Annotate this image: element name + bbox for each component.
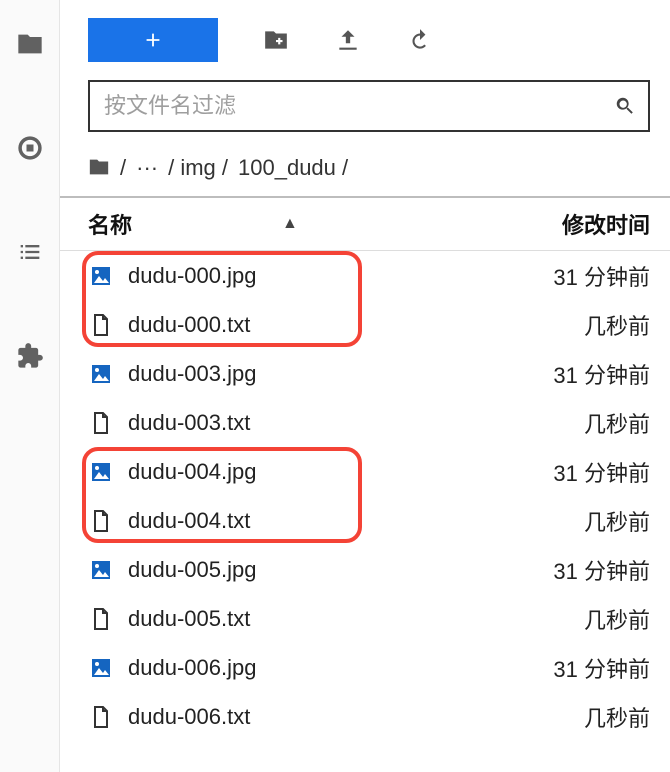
upload-icon	[335, 27, 361, 53]
file-name: dudu-000.jpg	[128, 263, 510, 289]
folder-plus-icon	[263, 27, 289, 53]
text-file-icon	[88, 410, 114, 436]
file-name: dudu-003.txt	[128, 410, 510, 436]
file-name: dudu-003.jpg	[128, 361, 510, 387]
file-modified: 几秒前	[510, 603, 650, 635]
file-modified: 31 分钟前	[510, 456, 650, 488]
file-row[interactable]: dudu-004.txt几秒前	[60, 496, 670, 545]
image-file-icon	[88, 557, 114, 583]
add-button[interactable]	[88, 18, 218, 62]
sidebar-item-files[interactable]	[14, 28, 46, 60]
file-modified: 几秒前	[510, 505, 650, 537]
image-file-icon	[88, 263, 114, 289]
new-folder-button[interactable]	[262, 26, 290, 54]
text-file-icon	[88, 704, 114, 730]
list-icon	[16, 238, 44, 266]
main-panel: / ··· / img / 100_dudu / 名称 ▲ 修改时间 dudu-…	[60, 0, 670, 772]
file-name: dudu-000.txt	[128, 312, 510, 338]
file-list: 名称 ▲ 修改时间 dudu-000.jpg31 分钟前dudu-000.txt…	[60, 196, 670, 741]
search-box[interactable]	[88, 80, 650, 132]
file-rows: dudu-000.jpg31 分钟前dudu-000.txt几秒前dudu-00…	[60, 251, 670, 741]
folder-icon	[16, 30, 44, 58]
file-row[interactable]: dudu-004.jpg31 分钟前	[60, 447, 670, 496]
search-input[interactable]	[102, 92, 614, 120]
refresh-button[interactable]	[406, 26, 434, 54]
breadcrumb-seg-img[interactable]: / img /	[168, 155, 228, 181]
file-modified: 31 分钟前	[510, 652, 650, 684]
header-name[interactable]: 名称 ▲	[88, 208, 510, 240]
file-name: dudu-006.jpg	[128, 655, 510, 681]
file-modified: 几秒前	[510, 407, 650, 439]
sidebar-item-extensions[interactable]	[14, 340, 46, 372]
sort-ascending-icon: ▲	[282, 215, 298, 233]
file-row[interactable]: dudu-000.txt几秒前	[60, 300, 670, 349]
image-file-icon	[88, 655, 114, 681]
file-modified: 31 分钟前	[510, 260, 650, 292]
file-name: dudu-005.jpg	[128, 557, 510, 583]
file-modified: 31 分钟前	[510, 358, 650, 390]
header-name-label: 名称	[88, 208, 132, 240]
file-name: dudu-005.txt	[128, 606, 510, 632]
file-name: dudu-006.txt	[128, 704, 510, 730]
breadcrumb: / ··· / img / 100_dudu /	[60, 140, 670, 196]
extension-icon	[16, 342, 44, 370]
toolbar	[60, 0, 670, 80]
breadcrumb-ellipsis[interactable]: ···	[136, 155, 158, 181]
breadcrumb-seg-dudu[interactable]: 100_dudu /	[238, 155, 348, 181]
text-file-icon	[88, 606, 114, 632]
file-row[interactable]: dudu-006.txt几秒前	[60, 692, 670, 741]
file-row[interactable]: dudu-003.jpg31 分钟前	[60, 349, 670, 398]
file-row[interactable]: dudu-000.jpg31 分钟前	[60, 251, 670, 300]
list-headers: 名称 ▲ 修改时间	[60, 198, 670, 251]
file-name: dudu-004.txt	[128, 508, 510, 534]
stop-circle-icon	[16, 134, 44, 162]
sidebar-item-running[interactable]	[14, 132, 46, 164]
file-modified: 几秒前	[510, 701, 650, 733]
file-row[interactable]: dudu-005.txt几秒前	[60, 594, 670, 643]
file-row[interactable]: dudu-003.txt几秒前	[60, 398, 670, 447]
image-file-icon	[88, 459, 114, 485]
upload-button[interactable]	[334, 26, 362, 54]
sidebar-item-list[interactable]	[14, 236, 46, 268]
text-file-icon	[88, 312, 114, 338]
sidebar	[0, 0, 60, 772]
text-file-icon	[88, 508, 114, 534]
breadcrumb-folder-icon[interactable]	[88, 154, 110, 182]
file-name: dudu-004.jpg	[128, 459, 510, 485]
file-row[interactable]: dudu-006.jpg31 分钟前	[60, 643, 670, 692]
header-modified[interactable]: 修改时间	[510, 208, 650, 240]
file-modified: 31 分钟前	[510, 554, 650, 586]
file-modified: 几秒前	[510, 309, 650, 341]
search-container	[60, 80, 670, 140]
breadcrumb-root[interactable]: /	[120, 155, 126, 181]
file-row[interactable]: dudu-005.jpg31 分钟前	[60, 545, 670, 594]
refresh-icon	[407, 27, 433, 53]
plus-icon	[142, 29, 164, 51]
search-icon	[614, 95, 636, 117]
image-file-icon	[88, 361, 114, 387]
